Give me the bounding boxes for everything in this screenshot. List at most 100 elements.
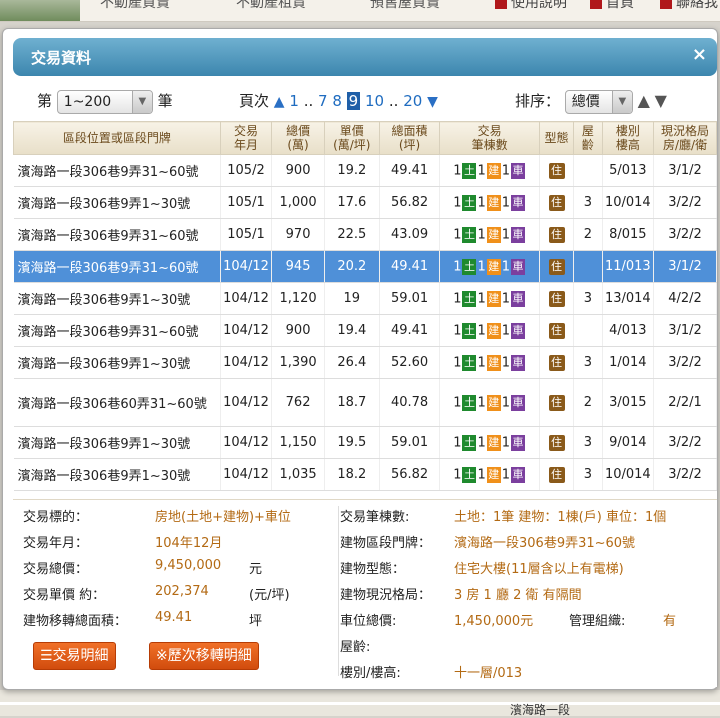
count-number: 1 (477, 395, 486, 410)
cell-counts: 1土1建1車 (439, 218, 540, 251)
count-number: 1 (477, 227, 486, 242)
help-link[interactable]: 使用說明 (495, 0, 567, 12)
cell-address: 濱海路一段306巷9弄31~60號 (13, 314, 221, 347)
table-row[interactable]: 濱海路一段306巷9弄1~30號 105/1 1,000 17.6 56.82 1 土 1 建 1… (13, 186, 717, 219)
count-number: 1 (501, 163, 511, 178)
map-background[interactable]: 濱海路一段 (0, 690, 720, 717)
value-floor: 十一層/013 (454, 666, 523, 681)
column-header: 現況格局 房/廳/衛 (653, 121, 717, 155)
cell-total-price: 1,390 (271, 346, 325, 379)
table-row[interactable]: 濱海路一段306巷9弄31~60號 105/1 970 22.5 43.09 1 土 1 建 1 車… (13, 218, 717, 251)
range-prefix: 第 (37, 92, 53, 110)
count-number: 1 (453, 195, 462, 210)
cell-counts: 1土1建1車 (439, 186, 540, 219)
count-number: 1 (453, 163, 462, 178)
building-badge: 建 (486, 322, 501, 339)
cell-area: 49.41 (379, 314, 441, 347)
column-header: 樓別 樓高 (601, 121, 655, 155)
label-floor: 樓別/樓高: (340, 666, 401, 681)
page-link-7[interactable]: 7 (318, 92, 328, 110)
page-label: 頁次 (239, 92, 270, 110)
transfer-history-button[interactable]: ※歷次移轉明細 (149, 642, 259, 670)
land-badge: 土 (462, 354, 477, 371)
tab-presale[interactable]: 預售屋買賣 (370, 0, 440, 12)
column-header: 交易 筆棟數 (439, 121, 540, 155)
value-target: 房地(土地+建物)+車位 (155, 510, 291, 525)
label-total: 交易總價： (23, 562, 89, 577)
cell-area: 59.01 (379, 282, 441, 315)
count-number: 1 (501, 467, 511, 482)
next-page-icon[interactable]: ▼ (427, 94, 438, 110)
cell-unit-price: 17.6 (324, 186, 380, 219)
cell-area: 56.82 (379, 458, 441, 491)
value-area: 49.41 (155, 610, 193, 625)
cell-year-month: 104/12 (220, 346, 273, 379)
page-current[interactable]: 9 (346, 92, 361, 110)
table-row[interactable]: 濱海路一段306巷9弄1~30號 104/12 1,150 19.5 59.01 1 土 1 建… (13, 426, 717, 459)
column-header: 總面積 (坪) (378, 121, 441, 155)
transaction-detail-button[interactable]: ☰交易明細 (33, 642, 116, 670)
sort-desc-icon[interactable]: ▼ (655, 91, 667, 110)
prev-page-icon[interactable]: ▲ (274, 94, 285, 110)
cell-floor: 4/013 (602, 314, 655, 347)
residential-type-badge: 住 (548, 162, 565, 179)
cell-layout: 3/1/2 (653, 314, 717, 347)
value-unit-price: 202,374 (155, 584, 209, 599)
help-label: 使用說明 (511, 0, 567, 11)
label-mgmt: 管理組織: (569, 614, 626, 629)
parking-badge: 車 (511, 162, 526, 179)
land-badge: 土 (462, 434, 477, 451)
transaction-dialog: 交易資料 × 第 1~200 ▼ 筆 頁次 ▲ 1 .. 7 8 9 10 .. … (2, 28, 718, 690)
sort-select[interactable]: 總價 ▼ (564, 89, 633, 114)
building-badge: 建 (486, 226, 501, 243)
cell-age: 3 (573, 282, 603, 315)
cell-counts: 1土1建1車 (439, 458, 540, 491)
residential-type-badge: 住 (548, 290, 565, 307)
table-row[interactable]: 濱海路一段306巷9弄1~30號 104/12 1,390 26.4 52.60 1 土 1 建… (13, 346, 717, 379)
count-number: 1 (453, 395, 462, 410)
page-link-1[interactable]: 1 (289, 92, 299, 110)
home-icon (590, 0, 602, 9)
cell-type: 住 (539, 218, 575, 251)
map-road-label: 濱海路一段 (510, 703, 571, 717)
cell-floor: 13/014 (602, 282, 655, 315)
page-link-8[interactable]: 8 (332, 92, 342, 110)
table-row[interactable]: 濱海路一段306巷9弄31~60號 104/12 900 19.4 49.41 1 土 1 建 1… (13, 314, 717, 347)
building-badge: 建 (486, 290, 501, 307)
table-row[interactable]: 濱海路一段306巷9弄31~60號 105/2 900 19.2 49.41 1 土 1 建 1 車… (13, 154, 717, 187)
page-link-20[interactable]: 20 (403, 92, 422, 110)
page-link-10[interactable]: 10 (365, 92, 384, 110)
contact-link[interactable]: 聯絡我 (660, 0, 718, 12)
table-row[interactable]: 濱海路一段306巷9弄31~60號 104/12 945 20.2 49.41 1 土 1 建 1… (13, 250, 717, 283)
count-number: 1 (477, 291, 486, 306)
land-badge: 土 (462, 226, 477, 243)
count-number: 1 (477, 195, 486, 210)
tab-sale[interactable]: 不動產買賣 (100, 0, 170, 12)
sort-control: 排序： 總價 ▼ ▲ ▼ (515, 87, 667, 115)
count-number: 1 (453, 323, 462, 338)
tab-rent[interactable]: 不動產租賃 (236, 0, 306, 12)
page-ellipsis: .. (388, 92, 399, 110)
cell-floor: 10/014 (602, 186, 655, 219)
table-row[interactable]: 濱海路一段306巷9弄1~30號 104/12 1,120 19 59.01 1 土 1 建 1 車… (13, 282, 717, 315)
building-badge: 建 (486, 394, 501, 411)
home-link[interactable]: 首頁 (590, 0, 634, 12)
table-row[interactable]: 濱海路一段306巷60弄31~60號 104/12 762 18.7 40.78 1 土 1 建… (13, 378, 717, 427)
cell-year-month: 104/12 (220, 314, 273, 347)
label-target: 交易標的： (23, 510, 89, 525)
close-icon[interactable]: × (692, 44, 707, 65)
cell-address: 濱海路一段306巷9弄1~30號 (13, 282, 221, 315)
sort-asc-icon[interactable]: ▲ (638, 91, 650, 110)
table-row[interactable]: 濱海路一段306巷9弄1~30號 104/12 1,035 18.2 56.82 1 土 1 建… (13, 458, 717, 491)
building-badge: 建 (486, 162, 501, 179)
range-select[interactable]: 1~200 ▼ (56, 89, 153, 114)
cell-age (573, 314, 603, 347)
transaction-table: 區段位置或區段門牌 交易 年月 總價 (萬) 單價 (萬/坪) 總面積 (坪) 交易 筆棟… (13, 121, 717, 491)
column-header: 屋 齡 (573, 121, 603, 155)
sort-value: 總價 (571, 93, 600, 110)
cell-area: 56.82 (379, 186, 441, 219)
cell-layout: 3/2/2 (653, 426, 717, 459)
contact-label: 聯絡我 (676, 0, 718, 11)
residential-type-badge: 住 (548, 354, 565, 371)
value-ym: 104年12月 (155, 536, 223, 551)
